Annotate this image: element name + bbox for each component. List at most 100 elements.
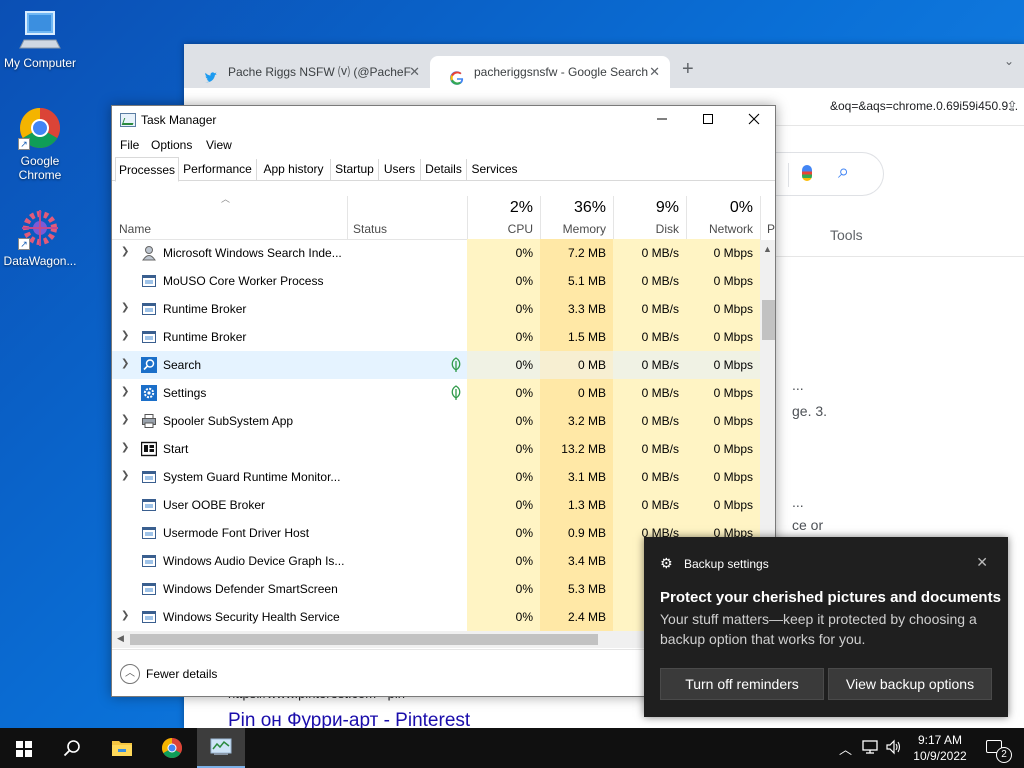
network-value: 0 Mbps	[686, 491, 760, 519]
taskbar-clock[interactable]: 9:17 AM 10/9/2022	[906, 732, 974, 764]
expand-chevron-icon[interactable]: ❯	[121, 470, 129, 481]
process-row[interactable]: ❯ Search 0% 0 MB 0 MB/s 0 Mbps	[112, 351, 760, 379]
maximize-button[interactable]	[685, 106, 731, 136]
twitter-icon	[204, 65, 218, 83]
menu-view[interactable]: View	[206, 138, 232, 152]
browser-tab-google[interactable]: pacheriggsnsfw - Google Search ✕	[430, 56, 670, 88]
expand-chevron-icon[interactable]: ❯	[121, 358, 129, 369]
column-power-truncated[interactable]: P	[767, 222, 775, 236]
tab-startup[interactable]: Startup	[331, 159, 379, 181]
google-tools-link[interactable]: Tools	[830, 227, 863, 243]
network-icon[interactable]	[862, 739, 880, 758]
chevron-up-icon[interactable]: ︿	[120, 664, 140, 684]
minimize-button[interactable]	[639, 106, 685, 136]
process-row[interactable]: MoUSO Core Worker Process 0% 5.1 MB 0 MB/s 0…	[112, 267, 760, 295]
taskbar-chrome[interactable]	[148, 728, 196, 768]
expand-chevron-icon[interactable]: ❯	[121, 386, 129, 397]
chrome-icon: ↗	[18, 106, 62, 150]
process-row[interactable]: ❯ Microsoft Windows Search Inde... 0% 7.2 M…	[112, 239, 760, 267]
close-icon[interactable]: ✕	[976, 554, 988, 571]
process-name: User OOBE Broker	[163, 498, 266, 512]
process-row[interactable]: User OOBE Broker 0% 1.3 MB 0 MB/s 0 Mbps	[112, 491, 760, 519]
menu-file[interactable]: File	[120, 138, 139, 152]
memory-value: 3.1 MB	[540, 463, 613, 491]
tab-search-chevron-icon[interactable]: ⌄	[1004, 54, 1014, 68]
expand-chevron-icon[interactable]: ❯	[121, 442, 129, 453]
view-backup-options-button[interactable]: View backup options	[828, 668, 992, 700]
search-app-icon	[141, 357, 157, 373]
process-name: Spooler SubSystem App	[163, 414, 294, 428]
close-tab-icon[interactable]: ✕	[409, 56, 420, 88]
google-search-box-end[interactable]: ⌕	[776, 152, 884, 196]
desktop-icon-my-computer[interactable]: My Computer	[0, 8, 80, 70]
column-cpu[interactable]: CPU	[469, 222, 533, 236]
taskbar-file-explorer[interactable]	[98, 728, 146, 768]
volume-icon[interactable]	[886, 739, 902, 758]
process-row[interactable]: ❯ Runtime Broker 0% 3.3 MB 0 MB/s 0 Mbps	[112, 295, 760, 323]
network-value: 0 Mbps	[686, 463, 760, 491]
tab-processes[interactable]: Processes	[115, 157, 179, 182]
process-row[interactable]: ❯ System Guard Runtime Monitor... 0% 3.1 MB…	[112, 463, 760, 491]
expand-chevron-icon[interactable]: ❯	[121, 610, 129, 621]
disk-usage-total[interactable]: 9%	[615, 199, 679, 217]
expand-chevron-icon[interactable]: ❯	[121, 246, 129, 257]
cpu-usage-total[interactable]: 2%	[469, 199, 533, 217]
tab-details[interactable]: Details	[421, 159, 467, 181]
disk-value: 0 MB/s	[613, 463, 686, 491]
close-button[interactable]	[731, 106, 775, 136]
disk-value: 0 MB/s	[613, 491, 686, 519]
menu-options[interactable]: Options	[151, 138, 192, 152]
memory-value: 0.9 MB	[540, 519, 613, 547]
desktop-icon-datawagon[interactable]: ↗ DataWagon...	[0, 206, 80, 268]
scroll-up-arrow-icon[interactable]: ▲	[763, 244, 772, 254]
network-value: 0 Mbps	[686, 295, 760, 323]
memory-value: 3.4 MB	[540, 547, 613, 575]
taskbar-search-button[interactable]	[48, 728, 96, 768]
fewer-details-link[interactable]: Fewer details	[146, 667, 217, 681]
memory-usage-total[interactable]: 36%	[542, 199, 606, 217]
browser-tab-twitter[interactable]: Pache Riggs NSFW ⒱ (@PacheF ✕	[184, 56, 430, 88]
new-tab-button[interactable]: +	[682, 58, 694, 81]
process-name: Microsoft Windows Search Inde...	[163, 246, 342, 260]
column-memory[interactable]: Memory	[542, 222, 606, 236]
taskbar-task-manager[interactable]	[197, 728, 245, 768]
tab-performance[interactable]: Performance	[179, 159, 257, 181]
expand-chevron-icon[interactable]: ❯	[121, 302, 129, 313]
column-name[interactable]: Name	[119, 222, 151, 236]
network-value: 0 Mbps	[686, 239, 760, 267]
scroll-left-arrow-icon[interactable]: ◀	[117, 633, 124, 644]
column-network[interactable]: Network	[689, 222, 753, 236]
process-name: Usermode Font Driver Host	[163, 526, 310, 540]
process-name: Windows Defender SmartScreen	[163, 582, 338, 596]
process-row[interactable]: ❯ Start 0% 13.2 MB 0 MB/s 0 Mbps	[112, 435, 760, 463]
search-icon	[63, 740, 80, 757]
disk-value: 0 MB/s	[613, 267, 686, 295]
process-name: Windows Audio Device Graph Is...	[163, 554, 345, 568]
search-icon[interactable]: ⌕	[838, 161, 849, 184]
process-row[interactable]: ❯ Runtime Broker 0% 1.5 MB 0 MB/s 0 Mbps	[112, 323, 760, 351]
network-value: 0 Mbps	[686, 267, 760, 295]
expand-chevron-icon[interactable]: ❯	[121, 330, 129, 341]
scrollbar-thumb[interactable]	[130, 634, 598, 645]
tab-services[interactable]: Services	[467, 159, 522, 181]
datawagon-icon: ↗	[18, 206, 62, 250]
process-row[interactable]: ❯ Spooler SubSystem App 0% 3.2 MB 0 MB/s 0 Mb…	[112, 407, 760, 435]
show-hidden-icons-chevron[interactable]: ︿	[839, 739, 852, 758]
action-center-button[interactable]: 2	[978, 728, 1018, 768]
close-tab-icon[interactable]: ✕	[649, 56, 660, 88]
process-row[interactable]: ❯ Settings 0% 0 MB 0 MB/s 0 Mbps	[112, 379, 760, 407]
turn-off-reminders-button[interactable]: Turn off reminders	[660, 668, 824, 700]
scrollbar-thumb[interactable]	[762, 300, 775, 340]
network-usage-total[interactable]: 0%	[689, 199, 753, 217]
share-icon[interactable]: ⇪	[1006, 98, 1018, 115]
column-disk[interactable]: Disk	[615, 222, 679, 236]
task-manager-titlebar[interactable]: Task Manager	[112, 106, 775, 136]
tab-users[interactable]: Users	[379, 159, 421, 181]
column-status[interactable]: Status	[353, 222, 387, 236]
tab-app-history[interactable]: App history	[257, 159, 331, 181]
start-button[interactable]	[0, 728, 48, 768]
desktop-icon-google-chrome[interactable]: ↗ Google Chrome	[0, 106, 80, 182]
microphone-icon[interactable]	[802, 165, 812, 181]
expand-chevron-icon[interactable]: ❯	[121, 414, 129, 425]
backup-notification-toast[interactable]: ⚙ Backup settings ✕ Protect your cherish…	[644, 537, 1008, 717]
